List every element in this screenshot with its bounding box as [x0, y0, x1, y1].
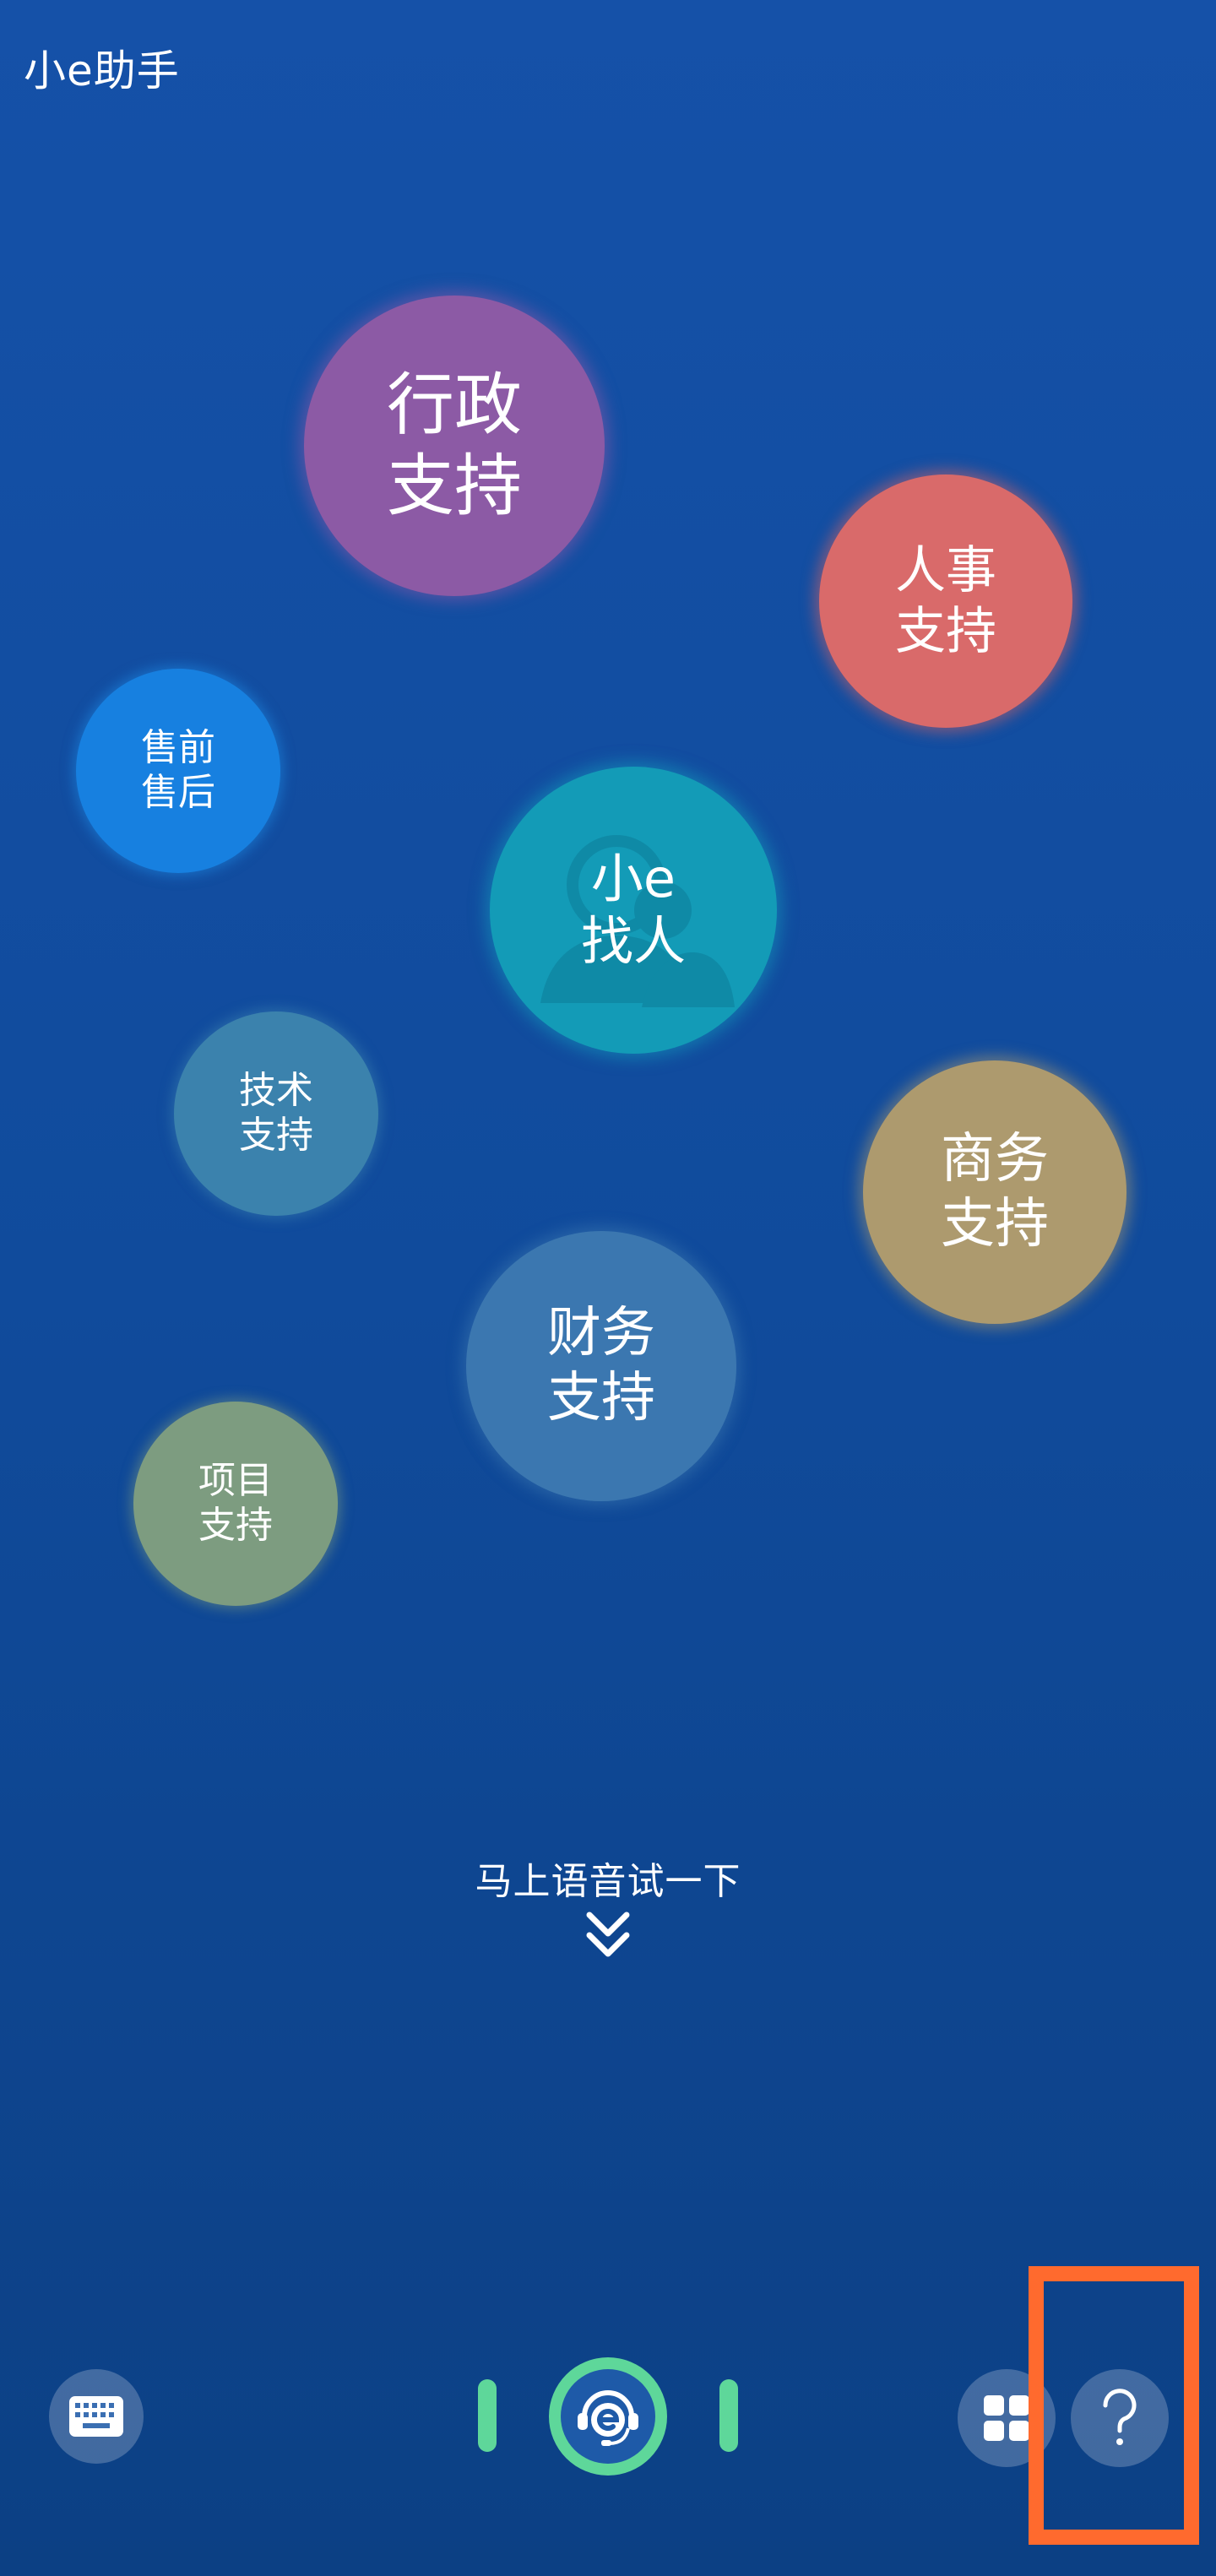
- double-chevron-down-icon: [586, 1912, 630, 1957]
- finance-support-bubble[interactable]: 财务 支持: [466, 1231, 736, 1501]
- find-people-label: 小e 找人: [581, 848, 686, 973]
- presale-label-line2: 售后: [141, 771, 215, 814]
- voice-prompt-text: 马上语音试一下: [475, 1860, 741, 1903]
- voice-wave-right: [719, 2379, 738, 2452]
- admin-support-bubble[interactable]: 行政 支持: [304, 296, 605, 596]
- hr-support-bubble[interactable]: 人事 支持: [819, 475, 1072, 728]
- hr-support-label: 人事 支持: [895, 540, 996, 662]
- business-support-label: 商务 支持: [941, 1127, 1049, 1257]
- find-label-line1: 小e: [590, 847, 676, 909]
- admin-label-line1: 行政: [387, 366, 522, 444]
- find-people-bubble[interactable]: 小e 找人: [490, 767, 777, 1054]
- project-label-line1: 项目: [198, 1459, 273, 1503]
- voice-wave-left: [478, 2379, 497, 2452]
- grid-icon: [984, 2395, 1029, 2441]
- keyboard-input-button[interactable]: [49, 2369, 144, 2464]
- hr-label-line1: 人事: [895, 541, 996, 600]
- tech-label-line2: 支持: [239, 1114, 313, 1157]
- biz-label-line2: 支持: [941, 1193, 1049, 1255]
- presale-label: 售前 售后: [141, 726, 215, 816]
- hr-label-line2: 支持: [895, 602, 996, 661]
- voice-input-button[interactable]: [549, 2357, 667, 2476]
- tech-support-bubble[interactable]: 技术 支持: [174, 1011, 378, 1216]
- help-highlight-box: [1029, 2266, 1199, 2545]
- headset-e-icon: [578, 2390, 638, 2446]
- finance-support-label: 财务 支持: [547, 1301, 655, 1431]
- page-title: 小e助手: [24, 46, 180, 95]
- tech-support-label: 技术 支持: [239, 1069, 313, 1158]
- finance-label-line2: 支持: [547, 1367, 655, 1429]
- presale-label-line1: 售前: [141, 726, 215, 770]
- tech-label-line1: 技术: [239, 1069, 313, 1113]
- find-label-line2: 找人: [580, 910, 686, 972]
- business-support-bubble[interactable]: 商务 支持: [863, 1060, 1126, 1324]
- admin-support-label: 行政 支持: [387, 365, 522, 527]
- voice-button-inner: [561, 2369, 655, 2464]
- project-support-bubble[interactable]: 项目 支持: [133, 1402, 338, 1606]
- project-label-line2: 支持: [198, 1504, 273, 1547]
- biz-label-line1: 商务: [941, 1128, 1049, 1191]
- admin-label-line2: 支持: [387, 447, 522, 525]
- keyboard-icon: [69, 2396, 123, 2437]
- presale-aftersale-bubble[interactable]: 售前 售后: [76, 669, 280, 873]
- finance-label-line1: 财务: [547, 1302, 655, 1365]
- project-support-label: 项目 支持: [198, 1459, 273, 1548]
